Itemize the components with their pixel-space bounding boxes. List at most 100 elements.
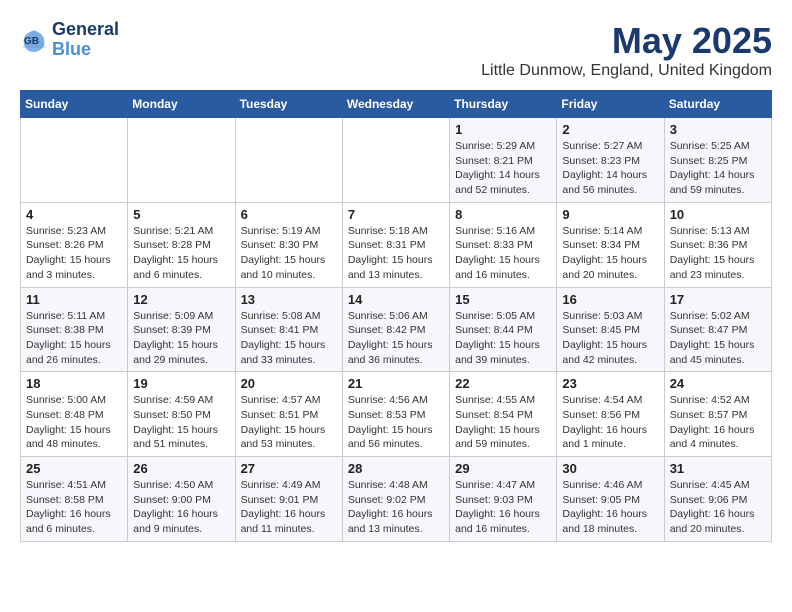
day-info: Sunrise: 5:21 AMSunset: 8:28 PMDaylight:… (133, 224, 229, 283)
day-number: 4 (26, 207, 122, 222)
logo-line2: Blue (52, 40, 119, 60)
location-title: Little Dunmow, England, United Kingdom (481, 62, 772, 80)
day-info: Sunrise: 5:23 AMSunset: 8:26 PMDaylight:… (26, 224, 122, 283)
day-number: 7 (348, 207, 444, 222)
day-number: 31 (670, 461, 766, 476)
day-info: Sunrise: 5:08 AMSunset: 8:41 PMDaylight:… (241, 309, 337, 368)
calendar-cell: 11 Sunrise: 5:11 AMSunset: 8:38 PMDayligh… (21, 287, 128, 372)
calendar-cell: 16 Sunrise: 5:03 AMSunset: 8:45 PMDayligh… (557, 287, 664, 372)
calendar-cell: 3 Sunrise: 5:25 AMSunset: 8:25 PMDaylight… (664, 118, 771, 203)
calendar-cell (342, 118, 449, 203)
calendar-cell: 19 Sunrise: 4:59 AMSunset: 8:50 PMDayligh… (128, 372, 235, 457)
week-row-3: 11 Sunrise: 5:11 AMSunset: 8:38 PMDayligh… (21, 287, 772, 372)
header: GB General Blue May 2025 Little Dunmow, … (20, 20, 772, 80)
calendar-cell: 22Sunrise: 4:55 AMSunset: 8:54 PMDayligh… (450, 372, 557, 457)
day-info: Sunrise: 5:16 AMSunset: 8:33 PMDaylight:… (455, 224, 551, 283)
svg-text:GB: GB (24, 36, 39, 47)
day-info: Sunrise: 5:27 AMSunset: 8:23 PMDaylight:… (562, 139, 658, 198)
week-row-1: 1 Sunrise: 5:29 AMSunset: 8:21 PMDaylight… (21, 118, 772, 203)
day-number: 22 (455, 376, 551, 391)
calendar-cell: 9Sunrise: 5:14 AMSunset: 8:34 PMDaylight… (557, 202, 664, 287)
header-cell-friday: Friday (557, 91, 664, 118)
calendar-cell: 5 Sunrise: 5:21 AMSunset: 8:28 PMDaylight… (128, 202, 235, 287)
day-info: Sunrise: 4:57 AMSunset: 8:51 PMDaylight:… (241, 393, 337, 452)
day-info: Sunrise: 5:29 AMSunset: 8:21 PMDaylight:… (455, 139, 551, 198)
day-number: 18 (26, 376, 122, 391)
day-info: Sunrise: 5:06 AMSunset: 8:42 PMDaylight:… (348, 309, 444, 368)
day-number: 24 (670, 376, 766, 391)
day-number: 3 (670, 122, 766, 137)
day-info: Sunrise: 5:05 AMSunset: 8:44 PMDaylight:… (455, 309, 551, 368)
day-number: 15 (455, 292, 551, 307)
header-cell-thursday: Thursday (450, 91, 557, 118)
day-number: 14 (348, 292, 444, 307)
calendar-cell: 28Sunrise: 4:48 AMSunset: 9:02 PMDayligh… (342, 457, 449, 542)
calendar-cell: 1 Sunrise: 5:29 AMSunset: 8:21 PMDaylight… (450, 118, 557, 203)
day-info: Sunrise: 5:11 AMSunset: 8:38 PMDaylight:… (26, 309, 122, 368)
calendar-cell: 23 Sunrise: 4:54 AMSunset: 8:56 PMDayligh… (557, 372, 664, 457)
day-info: Sunrise: 4:51 AMSunset: 8:58 PMDaylight:… (26, 478, 122, 537)
day-number: 5 (133, 207, 229, 222)
day-number: 2 (562, 122, 658, 137)
header-cell-tuesday: Tuesday (235, 91, 342, 118)
day-number: 20 (241, 376, 337, 391)
day-number: 27 (241, 461, 337, 476)
day-info: Sunrise: 4:56 AMSunset: 8:53 PMDaylight:… (348, 393, 444, 452)
calendar-cell: 17 Sunrise: 5:02 AMSunset: 8:47 PMDayligh… (664, 287, 771, 372)
calendar-cell: 6Sunrise: 5:19 AMSunset: 8:30 PMDaylight… (235, 202, 342, 287)
week-row-2: 4 Sunrise: 5:23 AMSunset: 8:26 PMDaylight… (21, 202, 772, 287)
day-info: Sunrise: 4:59 AMSunset: 8:50 PMDaylight:… (133, 393, 229, 452)
day-info: Sunrise: 5:00 AMSunset: 8:48 PMDaylight:… (26, 393, 122, 452)
day-info: Sunrise: 5:19 AMSunset: 8:30 PMDaylight:… (241, 224, 337, 283)
day-info: Sunrise: 5:03 AMSunset: 8:45 PMDaylight:… (562, 309, 658, 368)
day-info: Sunrise: 5:13 AMSunset: 8:36 PMDaylight:… (670, 224, 766, 283)
day-info: Sunrise: 4:46 AMSunset: 9:05 PMDaylight:… (562, 478, 658, 537)
day-number: 30 (562, 461, 658, 476)
week-row-5: 25 Sunrise: 4:51 AMSunset: 8:58 PMDayligh… (21, 457, 772, 542)
week-row-4: 18 Sunrise: 5:00 AMSunset: 8:48 PMDayligh… (21, 372, 772, 457)
calendar-cell: 13 Sunrise: 5:08 AMSunset: 8:41 PMDayligh… (235, 287, 342, 372)
calendar-cell: 24 Sunrise: 4:52 AMSunset: 8:57 PMDayligh… (664, 372, 771, 457)
calendar-cell: 14 Sunrise: 5:06 AMSunset: 8:42 PMDayligh… (342, 287, 449, 372)
calendar-cell: 20 Sunrise: 4:57 AMSunset: 8:51 PMDayligh… (235, 372, 342, 457)
day-info: Sunrise: 4:50 AMSunset: 9:00 PMDaylight:… (133, 478, 229, 537)
calendar-cell: 30 Sunrise: 4:46 AMSunset: 9:05 PMDayligh… (557, 457, 664, 542)
day-number: 29 (455, 461, 551, 476)
day-number: 11 (26, 292, 122, 307)
calendar-cell: 4 Sunrise: 5:23 AMSunset: 8:26 PMDaylight… (21, 202, 128, 287)
calendar-cell: 26 Sunrise: 4:50 AMSunset: 9:00 PMDayligh… (128, 457, 235, 542)
header-cell-saturday: Saturday (664, 91, 771, 118)
day-info: Sunrise: 4:54 AMSunset: 8:56 PMDaylight:… (562, 393, 658, 452)
calendar-cell: 2 Sunrise: 5:27 AMSunset: 8:23 PMDaylight… (557, 118, 664, 203)
header-cell-wednesday: Wednesday (342, 91, 449, 118)
logo-icon: GB (20, 26, 48, 54)
calendar-table: SundayMondayTuesdayWednesdayThursdayFrid… (20, 90, 772, 542)
day-number: 12 (133, 292, 229, 307)
logo-line1: General (52, 20, 119, 40)
day-number: 19 (133, 376, 229, 391)
calendar-cell: 8 Sunrise: 5:16 AMSunset: 8:33 PMDaylight… (450, 202, 557, 287)
day-info: Sunrise: 4:47 AMSunset: 9:03 PMDaylight:… (455, 478, 551, 537)
calendar-cell (128, 118, 235, 203)
header-row: SundayMondayTuesdayWednesdayThursdayFrid… (21, 91, 772, 118)
calendar-cell (235, 118, 342, 203)
day-info: Sunrise: 5:25 AMSunset: 8:25 PMDaylight:… (670, 139, 766, 198)
day-number: 17 (670, 292, 766, 307)
logo: GB General Blue (20, 20, 119, 60)
day-number: 23 (562, 376, 658, 391)
day-number: 9 (562, 207, 658, 222)
day-number: 13 (241, 292, 337, 307)
calendar-cell: 12Sunrise: 5:09 AMSunset: 8:39 PMDayligh… (128, 287, 235, 372)
day-number: 1 (455, 122, 551, 137)
day-info: Sunrise: 4:48 AMSunset: 9:02 PMDaylight:… (348, 478, 444, 537)
day-number: 16 (562, 292, 658, 307)
calendar-cell (21, 118, 128, 203)
day-info: Sunrise: 4:45 AMSunset: 9:06 PMDaylight:… (670, 478, 766, 537)
day-number: 25 (26, 461, 122, 476)
day-number: 8 (455, 207, 551, 222)
calendar-cell: 27Sunrise: 4:49 AMSunset: 9:01 PMDayligh… (235, 457, 342, 542)
day-number: 26 (133, 461, 229, 476)
day-info: Sunrise: 5:02 AMSunset: 8:47 PMDaylight:… (670, 309, 766, 368)
day-number: 21 (348, 376, 444, 391)
day-info: Sunrise: 4:52 AMSunset: 8:57 PMDaylight:… (670, 393, 766, 452)
